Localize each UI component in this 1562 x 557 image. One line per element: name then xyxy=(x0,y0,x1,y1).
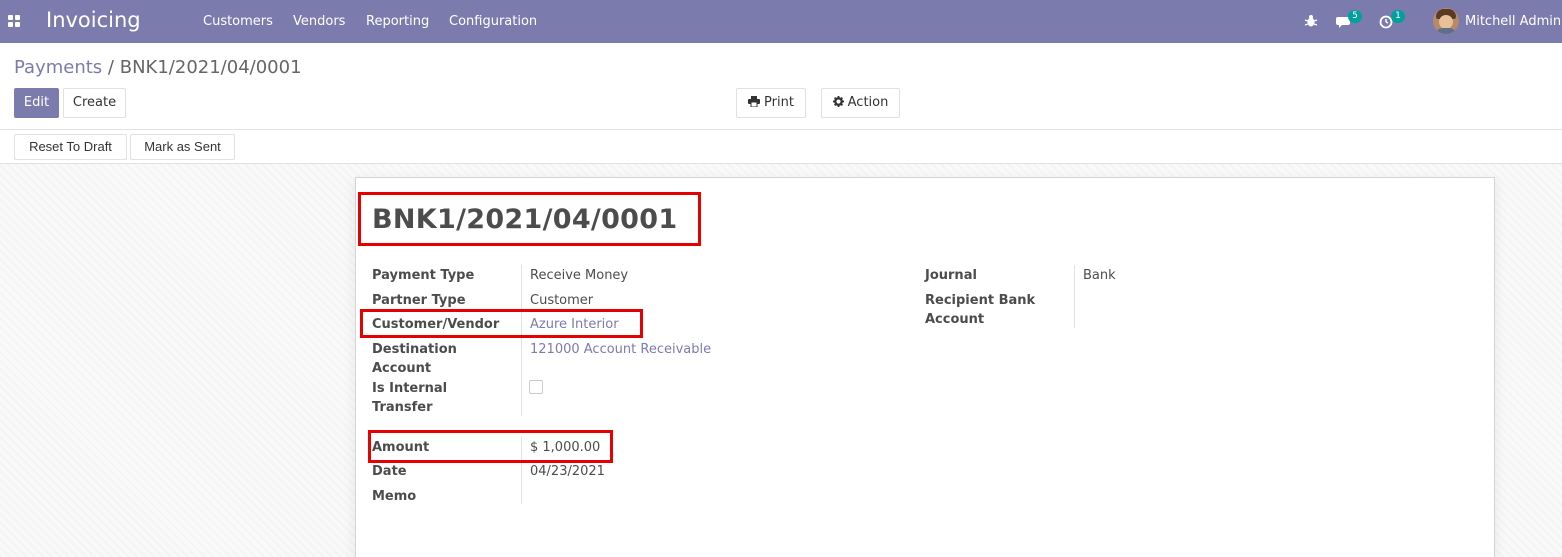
action-button-label: Action xyxy=(847,95,889,110)
destination-account-label-line1: Destination xyxy=(372,342,457,357)
menu-reporting[interactable]: Reporting xyxy=(366,14,429,29)
chat-count-badge: 5 xyxy=(1348,10,1362,23)
mark-as-sent-button[interactable]: Mark as Sent xyxy=(130,134,235,160)
title-highlight-box xyxy=(358,192,701,246)
print-button[interactable]: Print xyxy=(736,88,806,118)
is-internal-transfer-checkbox[interactable] xyxy=(529,380,543,394)
breadcrumb-separator: / xyxy=(107,57,114,78)
menu-customers[interactable]: Customers xyxy=(203,14,273,29)
destination-account-label-line2: Account xyxy=(372,361,432,376)
breadcrumb-payments-link[interactable]: Payments xyxy=(14,57,102,78)
partner-type-value: Customer xyxy=(530,293,594,308)
destination-account-link[interactable]: 121000 Account Receivable xyxy=(530,340,711,359)
partner-type-label: Partner Type xyxy=(372,293,466,308)
menu-vendors[interactable]: Vendors xyxy=(293,14,345,29)
top-navbar: Invoicing Customers Vendors Reporting Co… xyxy=(0,0,1562,43)
recipient-bank-account-label-line1: Recipient Bank xyxy=(925,293,1036,308)
create-button[interactable]: Create xyxy=(63,88,126,118)
breadcrumb-current: BNK1/2021/04/0001 xyxy=(119,57,302,78)
left-group-separator xyxy=(521,265,522,416)
action-button[interactable]: Action xyxy=(821,88,900,118)
print-button-label: Print xyxy=(764,95,794,110)
recipient-bank-account-label-line2: Account xyxy=(925,312,985,327)
payment-type-label: Payment Type xyxy=(372,268,475,283)
date-label: Date xyxy=(372,464,407,479)
is-internal-transfer-label-line1: Is Internal xyxy=(372,381,448,396)
avatar[interactable] xyxy=(1433,8,1459,34)
customer-vendor-highlight-box xyxy=(360,309,643,338)
journal-label: Journal xyxy=(925,268,977,283)
apps-grid-icon[interactable] xyxy=(8,15,20,27)
date-value: 04/23/2021 xyxy=(530,464,605,479)
activity-count-badge: 1 xyxy=(1391,10,1405,23)
app-title[interactable]: Invoicing xyxy=(46,8,141,32)
menu-configuration[interactable]: Configuration xyxy=(449,14,537,29)
edit-button[interactable]: Edit xyxy=(14,88,59,118)
control-panel-divider xyxy=(0,129,1562,130)
reset-to-draft-button[interactable]: Reset To Draft xyxy=(14,134,127,160)
right-group-separator xyxy=(1074,265,1075,328)
amount-highlight-box xyxy=(368,430,613,463)
breadcrumb: Payments / BNK1/2021/04/0001 xyxy=(14,57,302,78)
user-menu-name[interactable]: Mitchell Admin xyxy=(1465,14,1561,29)
gear-icon xyxy=(832,96,844,107)
journal-value: Bank xyxy=(1083,268,1116,283)
bug-icon[interactable] xyxy=(1304,12,1318,30)
is-internal-transfer-label-line2: Transfer xyxy=(372,400,433,415)
print-icon xyxy=(748,96,761,107)
payment-type-value: Receive Money xyxy=(530,268,629,283)
memo-label: Memo xyxy=(372,489,417,504)
